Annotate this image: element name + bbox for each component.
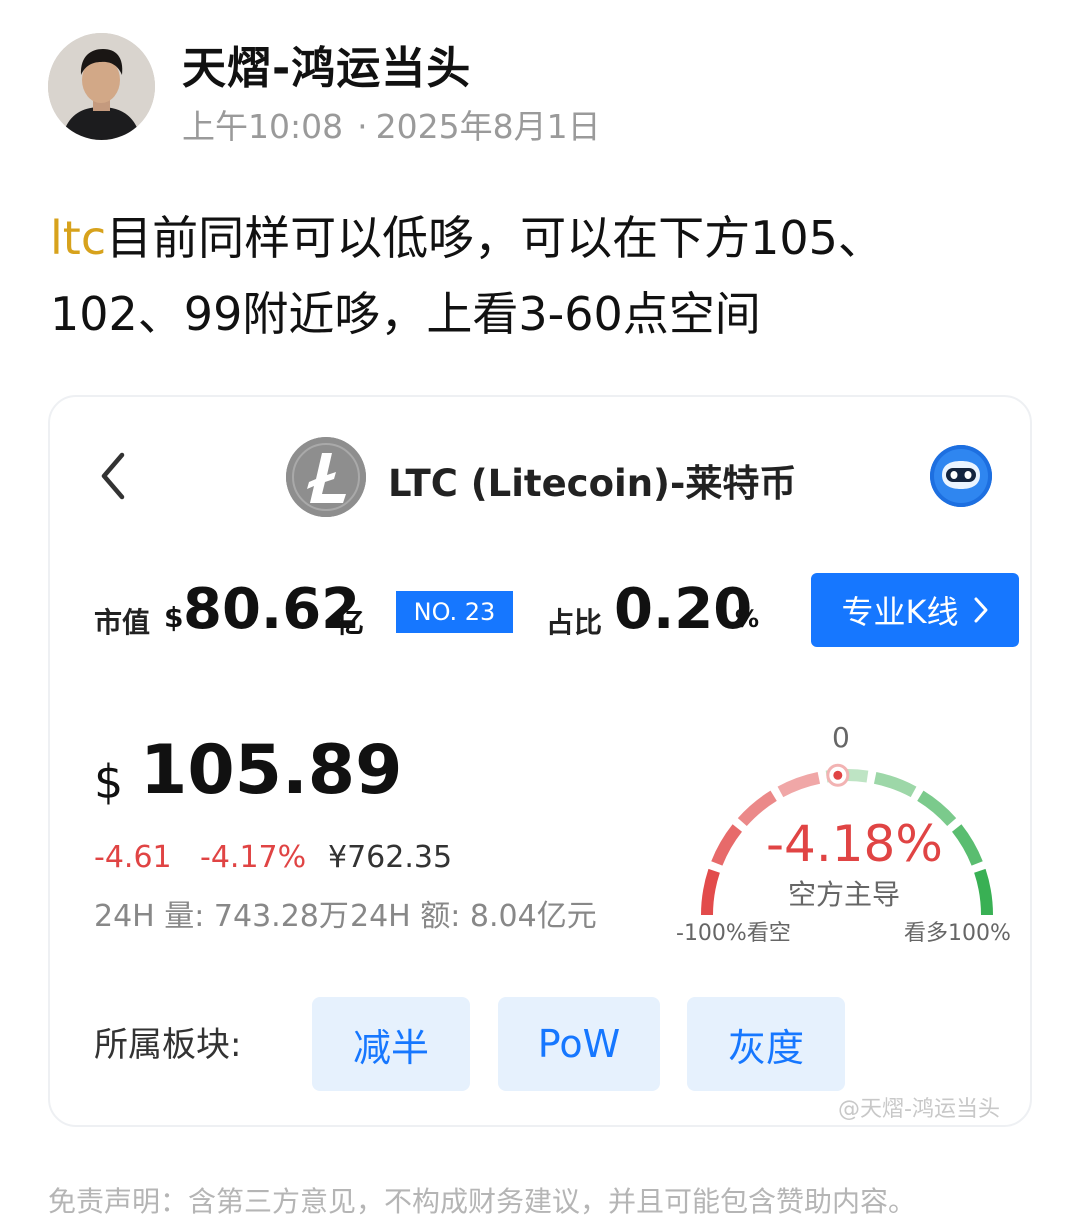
litecoin-logo-icon [286, 437, 366, 517]
gauge-segment [777, 771, 821, 798]
gauge-marker-dot [833, 770, 843, 780]
chevron-right-icon [974, 597, 987, 623]
chevron-left-icon [101, 452, 125, 500]
coin-tag-link[interactable]: ltc [50, 211, 106, 265]
back-button[interactable] [98, 447, 138, 505]
post-time: 上午10:08 [182, 107, 344, 146]
gauge-status-label: 空方主导 [788, 878, 901, 911]
gauge-bull-label: 看多100% [904, 921, 1011, 946]
sentiment-gauge: 0 -4.18% 空方主导 -100%看空 看多100% [672, 715, 1022, 946]
gauge-bear-label: -100%看空 [676, 921, 791, 946]
price-change-pct: -4.17% [200, 840, 307, 875]
share-value: 0.20 [614, 577, 753, 642]
price-change: -4.61 [94, 840, 172, 875]
price-cny: ¥762.35 [328, 840, 453, 875]
gauge-segment [711, 824, 743, 866]
coin-card[interactable]: LTC (Litecoin)-莱特币 市值 $ 80.62 亿 NO. 23 占… [48, 395, 1032, 1127]
coin-title: LTC (Litecoin)-莱特币 [388, 462, 797, 505]
price-value: 105.89 [140, 731, 403, 810]
gauge-segment [873, 771, 917, 798]
post-body: ltc目前同样可以低哆，可以在下方105、 102、99附近哆，上看3-60点空… [50, 200, 990, 352]
market-cap-currency: $ [164, 601, 184, 634]
sector-label: 所属板块: [94, 1025, 242, 1065]
pro-kline-label: 专业K线 [841, 593, 959, 631]
market-cap-value: 80.62 [183, 577, 361, 642]
sector-chip-grayscale[interactable]: 灰度 [687, 997, 845, 1091]
pro-kline-button[interactable]: 专业K线 [811, 573, 1019, 647]
rank-badge: NO. 23 [396, 591, 513, 633]
watermark: @天熠-鸿运当头 [838, 1097, 1000, 1122]
post-text-line1: 目前同样可以低哆，可以在下方105、 [106, 211, 884, 265]
market-cap-unit: 亿 [336, 606, 365, 639]
post-text-line2: 102、99附近哆，上看3-60点空间 [50, 287, 761, 341]
share-unit: % [735, 605, 760, 633]
robot-assistant-icon[interactable] [930, 445, 992, 507]
sector-chip-halving[interactable]: 减半 [312, 997, 470, 1091]
volume-24h: 24H 量: 743.28万 [94, 899, 349, 934]
gauge-segment [951, 824, 983, 866]
price-currency: $ [94, 755, 124, 809]
gauge-percent: -4.18% [766, 815, 943, 873]
gauge-zero-label: 0 [832, 721, 850, 754]
sector-chip-pow[interactable]: PoW [498, 997, 660, 1091]
amount-24h: 24H 额: 8.04亿元 [350, 899, 597, 934]
post-meta: 上午10:08 · 2025年8月1日 [182, 100, 601, 148]
gauge-segment [974, 868, 993, 916]
meta-separator: · [357, 107, 368, 146]
market-cap-label: 市值 [94, 606, 151, 639]
share-label: 占比 [546, 606, 603, 639]
gauge-segment [701, 868, 720, 916]
post-date: 2025年8月1日 [375, 107, 601, 146]
author-avatar[interactable] [48, 33, 155, 140]
disclaimer: 免责声明：含第三方意见，不构成财务建议，并且可能包含赞助内容。 [48, 1185, 917, 1218]
author-name[interactable]: 天熠-鸿运当头 [182, 32, 471, 96]
